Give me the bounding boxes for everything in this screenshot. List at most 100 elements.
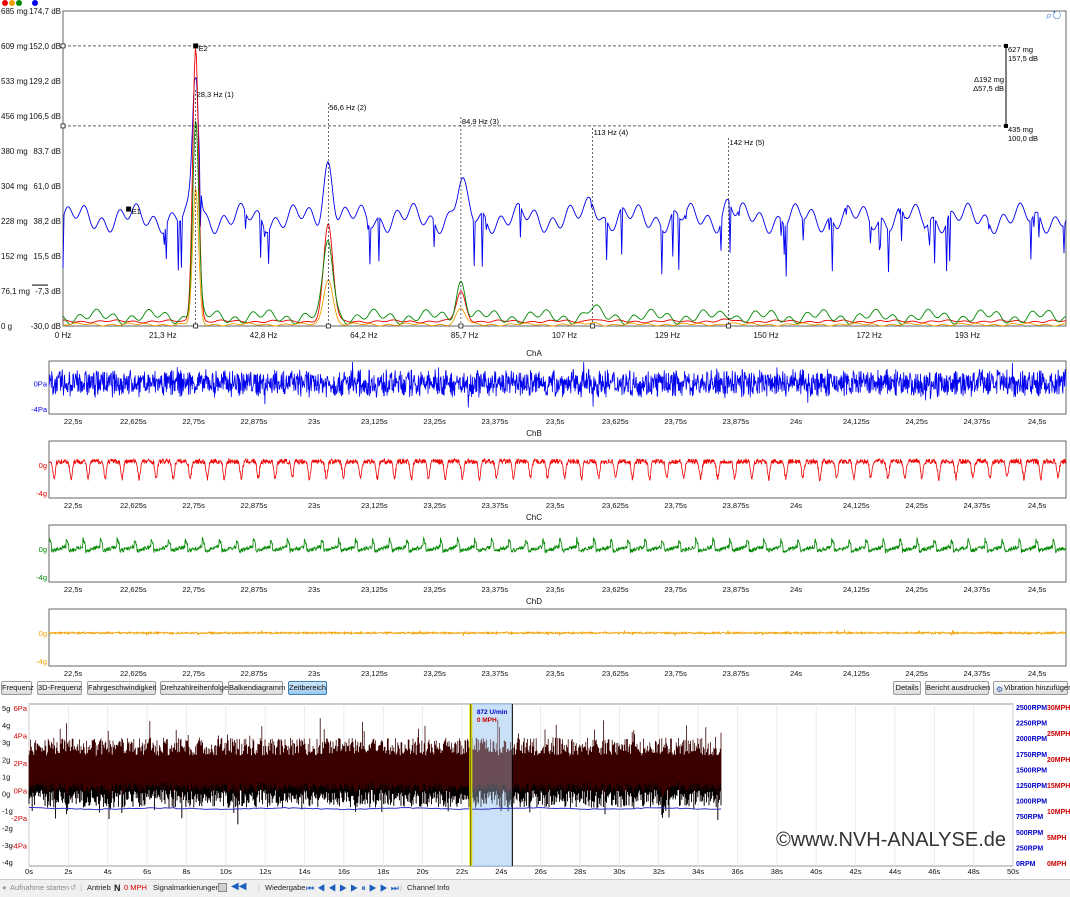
waveform-chc[interactable]: ChC 0g -4g 22,5s 22,625s 22,75s 22,875s 23s 23,1… (0, 511, 1070, 595)
channel-y-zero: 0g (39, 629, 47, 638)
x-tick-label: 107 Hz (552, 331, 577, 340)
overview-y-tick-rpm: 250RPM (1016, 845, 1043, 852)
overview-y-tick-pa: -4Pa (11, 842, 28, 851)
overview-y-tick-g: 4g (2, 721, 10, 730)
spectrum-plot-area (62, 10, 1067, 327)
overview-y-tick-pa: 4Pa (14, 732, 28, 741)
record-button[interactable]: Aufnahme starten (10, 880, 69, 896)
waveform-cha[interactable]: ChA 0Pa -4Pa 22,5s 22,625s 22,75s 22,875s 23s 23… (0, 345, 1070, 427)
overview-y-tick-pa: 0Pa (14, 787, 28, 796)
overview-x-tick: 18s (377, 867, 389, 876)
tab-frequenz[interactable]: Frequenz (1, 681, 34, 695)
separator: | (400, 883, 402, 892)
time-tick-label: 23,25s (423, 417, 446, 426)
y-tick-label-mg: 609 mg (1, 42, 28, 51)
time-tick-label: 22,75s (182, 501, 205, 510)
overview-x-tick: 28s (574, 867, 586, 876)
overview-x-tick: 30s (613, 867, 625, 876)
time-tick-label: 23,5s (546, 417, 565, 426)
time-tick-label: 22,75s (182, 669, 205, 678)
y-tick-label-db: -30,0 dB (31, 322, 61, 331)
channel-y-low: -4g (36, 573, 47, 582)
details-button[interactable]: Details (893, 681, 921, 695)
time-tick-label: 24,5s (1028, 585, 1047, 594)
overview-y-tick-g: -4g (2, 858, 13, 867)
overview-y-tick-g: 5g (2, 704, 10, 713)
spectrum-chart[interactable]: 685 mg 174,7 dB 609 mg 152,0 dB 533 mg 129,2 … (0, 0, 1070, 345)
undo-icon[interactable]: ↺ (70, 880, 76, 896)
channel-info-button[interactable]: Channel Info (407, 880, 450, 896)
time-tick-label: 22,5s (64, 585, 83, 594)
separator: | (258, 883, 260, 892)
time-tick-label: 24s (790, 501, 802, 510)
channel-y-low: -4Pa (31, 405, 48, 414)
y-tick-label-mg: 456 mg (1, 112, 28, 121)
zoom-reset-icon[interactable]: ⌕↻ (1046, 10, 1061, 23)
y-tick-label-mg: 76,1 mg (1, 287, 30, 296)
vibration-add-icon: ⚙ (996, 685, 1004, 694)
overview-x-tick: 12s (259, 867, 271, 876)
y-tick-label-db: -7,3 dB (35, 287, 61, 296)
delta-mg: Δ192 mg (974, 75, 1004, 84)
view-toolbar: Frequenz 3D-Frequenz Fahrgeschwindigkeit… (0, 681, 1070, 697)
tab-zeitbereich[interactable]: Zeitbereich (288, 681, 327, 695)
time-tick-label: 22,625s (120, 417, 147, 426)
overview-y-tick-g: 3g (2, 738, 10, 747)
time-tick-label: 23,375s (481, 501, 508, 510)
tab-fahrgeschwindigkeit[interactable]: Fahrgeschwindigkeit (87, 681, 156, 695)
tab-3d-frequenz[interactable]: 3D-Frequenz (37, 681, 82, 695)
cursor-handle (60, 43, 66, 49)
time-tick-label: 22,625s (120, 585, 147, 594)
x-tick-label: 0 Hz (55, 331, 71, 340)
print-report-button[interactable]: Bericht ausdrucken (925, 681, 990, 695)
overview-x-tick: 32s (653, 867, 665, 876)
time-tick-label: 24,375s (963, 417, 990, 426)
cursor-value-mg: 627 mg (1008, 45, 1033, 54)
overview-x-tick: 24s (495, 867, 507, 876)
time-tick-label: 22,5s (64, 501, 83, 510)
x-tick-label: 150 Hz (753, 331, 778, 340)
time-tick-label: 23,5s (546, 501, 565, 510)
waveform-chd[interactable]: ChD 0g -4g 22,5s 22,625s 22,75s 22,875s 23s 23,1… (0, 595, 1070, 679)
overview-x-tick: 6s (143, 867, 151, 876)
signal-markers-label: Signalmarkierungen (153, 883, 220, 892)
delta-db: Δ57,5 dB (973, 84, 1004, 93)
y-tick-label-mg: 380 mg (1, 147, 28, 156)
channel-title: ChD (526, 597, 542, 606)
time-tick-label: 23s (308, 501, 320, 510)
marker-checkbox[interactable] (218, 883, 227, 892)
y-tick-label-mg: 228 mg (1, 217, 28, 226)
tab-balkendiagramm[interactable]: Balkendiagramm (228, 681, 285, 695)
playback-label: Wiedergabe (265, 883, 306, 892)
time-tick-label: 24s (790, 669, 802, 678)
time-tick-label: 24,25s (905, 417, 928, 426)
y-tick-label-mg: 152 mg (1, 252, 28, 261)
marker-prev-icon[interactable]: ◀◀ (231, 879, 246, 895)
add-vibration-button[interactable]: ⚙ Vibration hinzufügen (993, 681, 1070, 695)
overview-y-tick-pa: 2Pa (14, 759, 28, 768)
y-tick-label-db: 174,7 dB (29, 7, 61, 16)
y-tick-label-db: 129,2 dB (29, 77, 61, 86)
y-tick-label-mg: 0 g (1, 322, 12, 331)
overview-x-tick: 50s (1007, 867, 1019, 876)
waveform-chb[interactable]: ChB 0g -4g 22,5s 22,625s 22,75s 22,875s 23s 23,1… (0, 427, 1070, 511)
speed-readout: 0 MPH (124, 883, 147, 892)
overview-y-tick-mph: 20MPH (1047, 757, 1070, 764)
overview-x-tick: 0s (25, 867, 33, 876)
time-tick-label: 23s (308, 669, 320, 678)
overview-y-tick-mph: 0MPH (1047, 861, 1066, 868)
overview-x-tick: 46s (928, 867, 940, 876)
overview-y-tick-rpm: 750RPM (1016, 814, 1043, 821)
time-tick-label: 23,625s (602, 585, 629, 594)
overview-x-tick: 16s (338, 867, 350, 876)
time-tick-label: 24s (790, 585, 802, 594)
overview-x-tick: 40s (810, 867, 822, 876)
time-tick-label: 22,625s (120, 501, 147, 510)
overview-x-tick: 14s (298, 867, 310, 876)
playback-controls-icon[interactable]: ⏮◀◀▶▶⏸▶▶⏭ (306, 880, 402, 896)
tab-drehzahlreihenfolge[interactable]: Drehzahlreihenfolge (160, 681, 228, 695)
overview-y-tick-pa: 6Pa (14, 704, 28, 713)
time-tick-label: 23,5s (546, 585, 565, 594)
time-tick-label: 22,625s (120, 669, 147, 678)
time-tick-label: 23,25s (423, 501, 446, 510)
